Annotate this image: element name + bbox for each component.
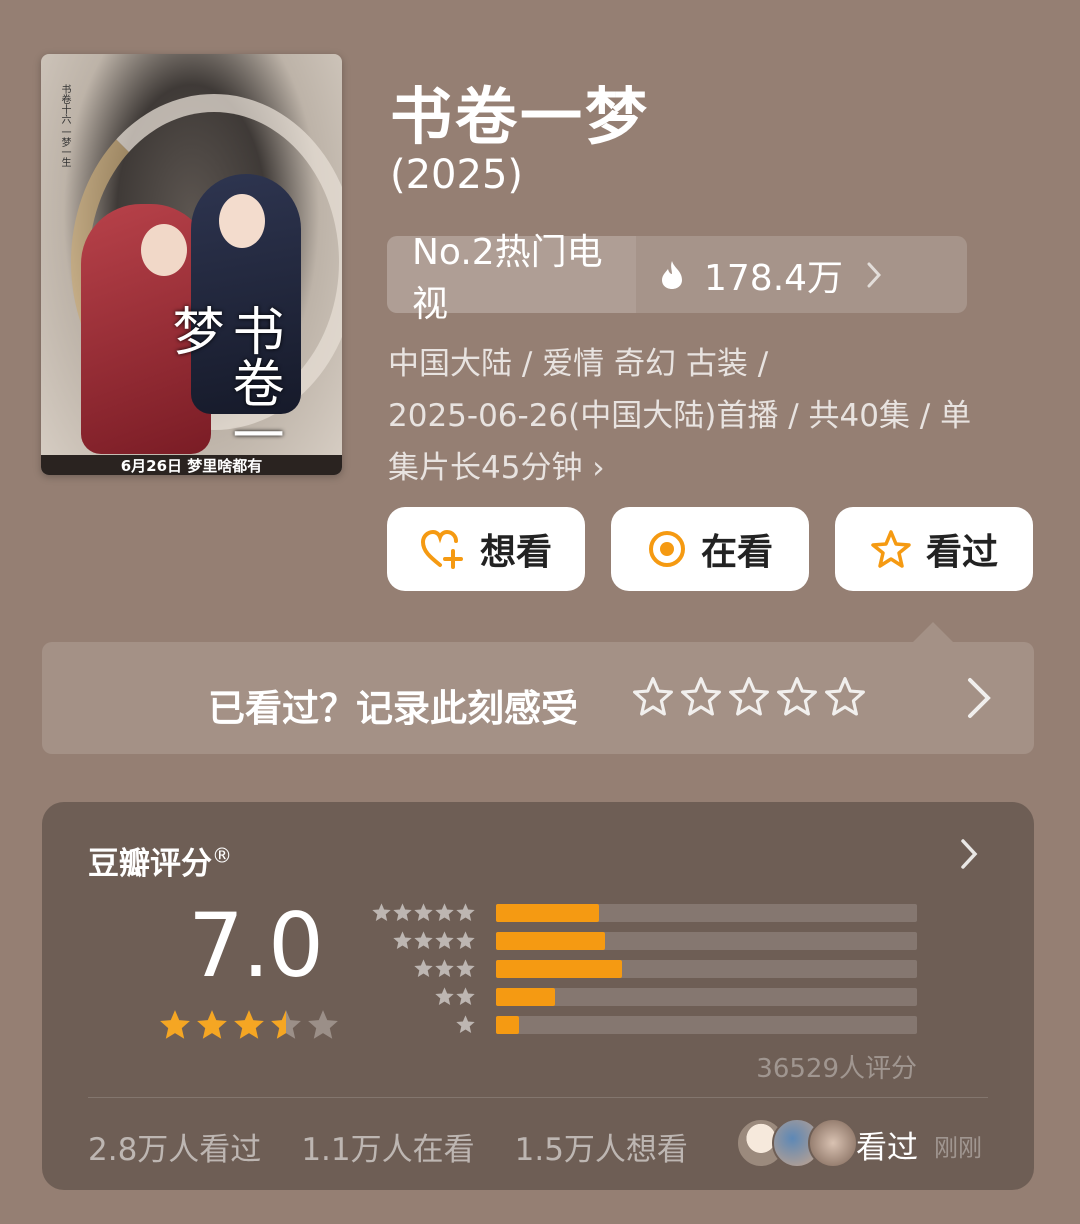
watch-stats: 2.8万人看过 1.1万人在看 1.5万人想看 (88, 1124, 688, 1169)
rate-stars[interactable] (632, 676, 866, 718)
record-feeling-bar[interactable]: 已看过？记录此刻感受 (42, 642, 1034, 754)
meta-line-region-genre: 中国大陆 / 爱情 奇幻 古装 / (388, 346, 769, 382)
bar-star-label (434, 986, 476, 1007)
poster-head-male (219, 194, 265, 248)
small-star-icon (435, 903, 454, 921)
rate-star-icon[interactable] (824, 676, 866, 718)
divider (88, 1097, 988, 1098)
rating-title-text: 豆瓣评分 (88, 846, 212, 882)
watched-button[interactable]: 看过 (835, 507, 1033, 591)
small-star-icon (393, 903, 412, 921)
poster-image[interactable]: 书卷十六 一梦一生 书卷一梦 6月26日 梦里啥都有 (41, 54, 342, 475)
rank-label: No.2热门电视 (387, 232, 636, 325)
bar-fill (496, 904, 600, 922)
heat-value: 178.4万 (704, 257, 844, 299)
bar-star-label (455, 1014, 476, 1035)
small-star-icon (414, 931, 433, 949)
meta-line-duration: 集片长45分钟 › (388, 450, 605, 486)
poster-caption: 6月26日 梦里啥都有 (41, 455, 342, 475)
heart-plus-icon (420, 529, 463, 569)
poster-calligraphy-title: 书卷一梦 (163, 304, 283, 460)
chevron-right-icon[interactable] (960, 838, 978, 870)
watching-button[interactable]: 在看 (611, 507, 809, 591)
poster-head-female (141, 224, 187, 276)
score-star-icon (160, 1010, 190, 1039)
small-star-icon (456, 903, 475, 921)
record-pointer (913, 622, 953, 642)
record-prompt: 已看过？记录此刻感受 (208, 687, 578, 730)
stat-watching: 1.1万人在看 (301, 1132, 475, 1168)
score-star-icon (197, 1010, 227, 1039)
small-star-icon (435, 931, 454, 949)
recent-activity-time: 刚刚 (934, 1134, 982, 1162)
bar-fill (496, 988, 555, 1006)
bar-star-label (371, 902, 476, 923)
small-star-icon (372, 903, 391, 921)
watching-label: 在看 (700, 532, 773, 573)
bar-track (496, 904, 917, 922)
bar-track (496, 960, 917, 978)
rating-count: 36529人评分 (756, 1054, 917, 1084)
rate-star-icon[interactable] (680, 676, 722, 718)
rating-bar-row (372, 958, 922, 980)
bar-track (496, 1016, 917, 1034)
want-to-watch-button[interactable]: 想看 (387, 507, 585, 591)
rating-score: 7.0 (188, 894, 324, 997)
star-icon (871, 530, 911, 568)
rate-star-icon[interactable] (632, 676, 674, 718)
rating-bar-row (372, 1014, 922, 1036)
watched-label: 看过 (925, 532, 998, 573)
want-to-watch-label: 想看 (479, 532, 552, 573)
rank-chip[interactable]: No.2热门电视 178.4万 (387, 232, 967, 325)
rate-star-icon[interactable] (728, 676, 770, 718)
rating-bar-row (372, 930, 922, 952)
score-star-icon (271, 1010, 301, 1039)
bar-star-label (392, 930, 476, 951)
avatar (808, 1118, 858, 1168)
poster-vertical-text: 书卷十六 一梦一生 (59, 84, 70, 168)
small-star-icon (414, 903, 433, 921)
chevron-right-icon[interactable] (966, 676, 992, 720)
friend-avatars[interactable] (736, 1118, 858, 1168)
chevron-right-icon (867, 262, 882, 287)
small-star-icon (456, 959, 475, 977)
meta-line-release: 2025-06-26(中国大陆)首播 / 共40集 / 单 (388, 398, 972, 434)
bar-fill (496, 1016, 520, 1034)
rating-bar-row (372, 986, 922, 1008)
rating-bar-row (372, 902, 922, 924)
stat-watched: 2.8万人看过 (88, 1132, 262, 1168)
small-star-icon (456, 987, 475, 1005)
show-meta[interactable]: 中国大陆 / 爱情 奇幻 古装 / 2025-06-26(中国大陆)首播 / 共… (388, 338, 1038, 494)
heat-section: 178.4万 (636, 249, 967, 301)
show-title: 书卷一梦 (390, 80, 651, 153)
recent-activity-label: 看过 (856, 1130, 918, 1166)
target-icon (648, 531, 685, 567)
rating-title: 豆瓣评分® (88, 838, 232, 883)
small-star-icon (456, 1015, 475, 1033)
douban-rating-card[interactable]: 豆瓣评分® 7.0 36529人评分 2.8万人看过 1.1万人在看 1.5万人… (42, 802, 1034, 1190)
bar-fill (496, 932, 606, 950)
bar-track (496, 932, 917, 950)
show-year: (2025) (390, 152, 524, 198)
small-star-icon (393, 931, 412, 949)
small-star-icon (414, 959, 433, 977)
small-star-icon (456, 931, 475, 949)
score-star-icon (308, 1010, 338, 1039)
fire-icon (662, 260, 682, 289)
registered-mark: ® (212, 843, 232, 868)
score-star-icon (234, 1010, 264, 1039)
bar-fill (496, 960, 623, 978)
bar-track (496, 988, 917, 1006)
small-star-icon (435, 987, 454, 1005)
stat-want: 1.5万人想看 (514, 1132, 688, 1168)
rate-star-icon[interactable] (776, 676, 818, 718)
score-stars (158, 1008, 340, 1042)
bar-star-label (413, 958, 476, 979)
small-star-icon (435, 959, 454, 977)
